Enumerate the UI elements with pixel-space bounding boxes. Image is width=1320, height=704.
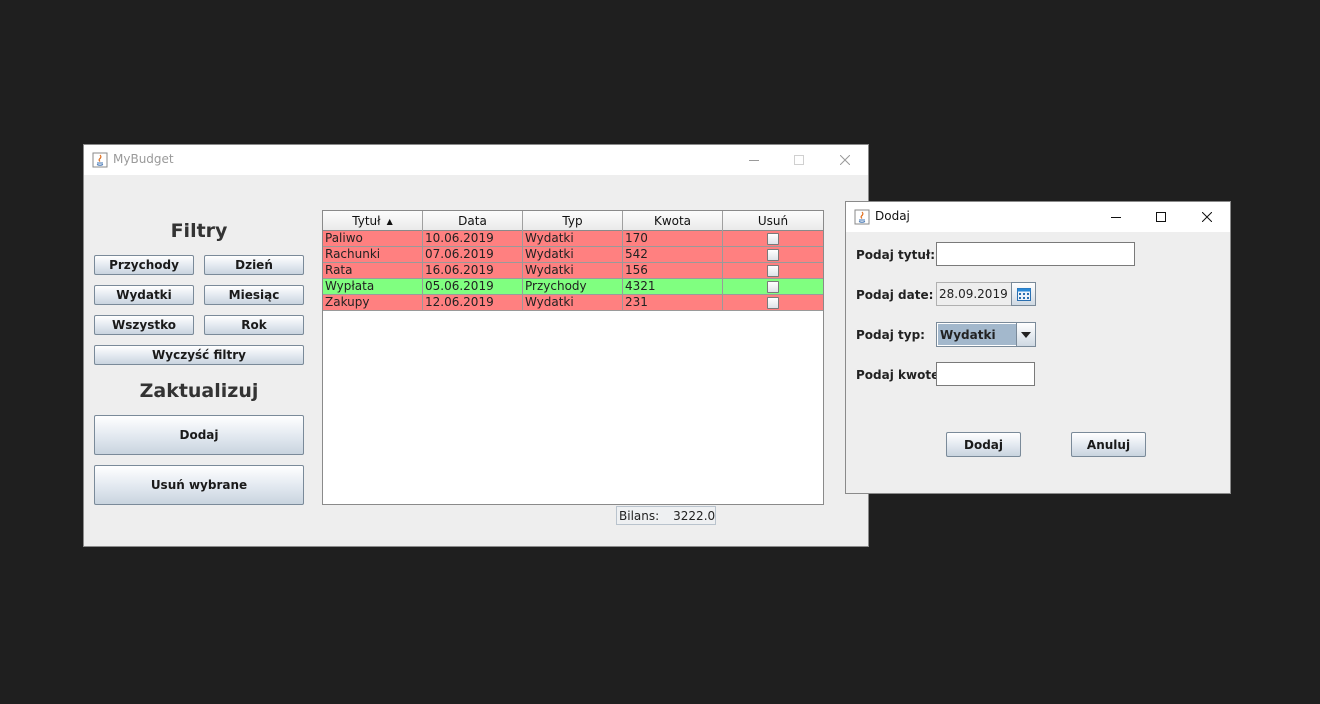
filter-all-button[interactable]: Wszystko [94,315,194,335]
maximize-icon [1156,212,1166,222]
table-row[interactable]: Wypłata 05.06.2019 Przychody 4321 [323,279,823,295]
filter-income-button[interactable]: Przychody [94,255,194,275]
title-input[interactable] [936,242,1135,266]
date-field[interactable]: 28.09.2019 [936,282,1012,306]
filter-month-button[interactable]: Miesiąc [204,285,304,305]
table-row[interactable]: Paliwo 10.06.2019 Wydatki 170 [323,231,823,247]
date-value: 28.09.2019 [939,287,1008,301]
cell-title[interactable]: Zakupy [323,295,423,310]
type-label: Podaj typ: [856,328,925,342]
cell-delete [723,279,823,294]
minimize-icon [749,160,759,161]
maximize-icon [794,155,804,165]
column-header-type[interactable]: Typ [523,211,623,231]
java-app-icon [92,152,108,168]
window-title: MyBudget [113,152,174,166]
cell-date[interactable]: 07.06.2019 [423,247,523,262]
sort-ascending-icon: ▲ [386,216,393,226]
delete-checkbox[interactable] [767,248,779,261]
column-header-amount[interactable]: Kwota [623,211,723,231]
calendar-button[interactable] [1011,282,1036,306]
cell-title[interactable]: Rata [323,263,423,278]
clear-filters-button[interactable]: Wyczyść filtry [94,345,304,365]
dropdown-arrow-icon [1021,331,1031,338]
remove-selected-button[interactable]: Usuń wybrane [94,465,304,505]
type-select[interactable]: Wydatki [936,322,1036,347]
close-icon [840,155,850,165]
dialog-titlebar[interactable]: Dodaj [846,202,1230,232]
cell-delete [723,247,823,262]
dropdown-arrow-button[interactable] [1016,323,1035,346]
main-titlebar[interactable]: MyBudget [84,145,868,175]
maximize-button[interactable] [776,145,822,175]
calendar-icon [1016,287,1031,301]
title-label: Podaj tytuł: [856,248,936,262]
table-row[interactable]: Rata 16.06.2019 Wydatki 156 [323,263,823,279]
cell-title[interactable]: Paliwo [323,231,423,246]
cell-type[interactable]: Wydatki [523,247,623,262]
cell-title[interactable]: Rachunki [323,247,423,262]
filter-year-button[interactable]: Rok [204,315,304,335]
cell-date[interactable]: 16.06.2019 [423,263,523,278]
amount-label: Podaj kwote: [856,368,945,382]
type-selected-value: Wydatki [938,324,1016,345]
cell-type[interactable]: Przychody [523,279,623,294]
balance-value: 3222.0 [673,508,716,523]
minimize-button[interactable] [731,145,777,175]
add-dialog: Dodaj Podaj tytuł: Podaj date: 28.09.201… [846,202,1230,493]
balance-label: Bilans: [619,508,660,523]
date-label: Podaj date: [856,288,934,302]
filter-expenses-button[interactable]: Wydatki [94,285,194,305]
cell-date[interactable]: 10.06.2019 [423,231,523,246]
filters-heading: Filtry [170,220,228,242]
cell-amount[interactable]: 542 [623,247,723,262]
dialog-cancel-button[interactable]: Anuluj [1071,432,1146,457]
dialog-title: Dodaj [875,209,910,223]
close-icon [1202,212,1212,222]
balance-field: Bilans: 3222.0 [616,506,716,525]
minimize-icon [1111,217,1121,218]
column-header-title[interactable]: Tytuł ▲ [323,211,423,231]
column-header-delete[interactable]: Usuń [723,211,823,231]
cell-type[interactable]: Wydatki [523,263,623,278]
table-row[interactable]: Rachunki 07.06.2019 Wydatki 542 [323,247,823,263]
close-button[interactable] [822,145,868,175]
delete-checkbox[interactable] [767,264,779,277]
column-header-date[interactable]: Data [423,211,523,231]
cell-type[interactable]: Wydatki [523,231,623,246]
filter-day-button[interactable]: Dzień [204,255,304,275]
table-header: Tytuł ▲ Data Typ Kwota Usuń [323,211,823,231]
cell-amount[interactable]: 4321 [623,279,723,294]
mybudget-window: MyBudget Filtry Przychody Dzień Wydatki … [84,145,868,546]
table-row[interactable]: Zakupy 12.06.2019 Wydatki 231 [323,295,823,311]
cell-delete [723,231,823,246]
add-button[interactable]: Dodaj [94,415,304,455]
java-app-icon [854,209,870,225]
dialog-maximize-button[interactable] [1138,202,1184,232]
cell-delete [723,295,823,310]
cell-type[interactable]: Wydatki [523,295,623,310]
dialog-add-button[interactable]: Dodaj [946,432,1021,457]
cell-amount[interactable]: 170 [623,231,723,246]
dialog-minimize-button[interactable] [1093,202,1139,232]
cell-delete [723,263,823,278]
cell-amount[interactable]: 231 [623,295,723,310]
cell-date[interactable]: 12.06.2019 [423,295,523,310]
amount-input[interactable] [936,362,1035,386]
delete-checkbox[interactable] [767,296,779,309]
dialog-close-button[interactable] [1184,202,1230,232]
table-body: Paliwo 10.06.2019 Wydatki 170 Rachunki 0… [323,231,823,311]
cell-date[interactable]: 05.06.2019 [423,279,523,294]
delete-checkbox[interactable] [767,232,779,245]
cell-title[interactable]: Wypłata [323,279,423,294]
cell-amount[interactable]: 156 [623,263,723,278]
delete-checkbox[interactable] [767,280,779,293]
transactions-table: Tytuł ▲ Data Typ Kwota Usuń Paliwo 10.06… [322,210,824,505]
update-heading: Zaktualizuj [139,380,259,402]
